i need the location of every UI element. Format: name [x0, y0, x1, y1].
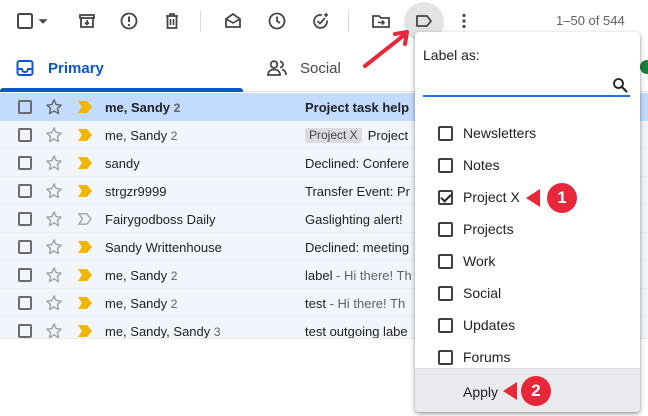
annotation-badge-1: 1 [547, 183, 577, 213]
star-icon[interactable] [45, 154, 63, 172]
email-sender: me, Sandy 2 [105, 100, 181, 115]
email-sender: me, Sandy, Sandy 3 [105, 324, 221, 339]
label-search-input[interactable] [423, 75, 603, 95]
label-checkbox[interactable] [438, 126, 453, 141]
row-checkbox[interactable] [18, 296, 32, 310]
label-checkbox[interactable] [438, 350, 453, 365]
row-checkbox[interactable] [18, 100, 32, 114]
star-icon[interactable] [45, 322, 63, 339]
label-chip[interactable]: Project X [305, 128, 362, 143]
label-checkbox[interactable] [438, 222, 453, 237]
star-icon[interactable] [45, 210, 63, 228]
select-dropdown-caret-icon[interactable] [34, 8, 52, 34]
inbox-icon [14, 57, 36, 79]
label-checkbox[interactable] [438, 286, 453, 301]
label-checkbox[interactable] [438, 254, 453, 269]
star-icon[interactable] [45, 294, 63, 312]
important-marker-icon[interactable] [78, 157, 92, 169]
toolbar-separator [200, 10, 201, 32]
email-sender: sandy [105, 156, 140, 171]
active-tab-indicator [0, 88, 243, 92]
annotation-badge-tail [526, 189, 540, 207]
email-sender: strgzr9999 [105, 184, 167, 199]
search-icon[interactable] [612, 77, 628, 93]
snooze-icon[interactable] [264, 8, 290, 34]
star-icon[interactable] [45, 126, 63, 144]
email-sender: me, Sandy 2 [105, 128, 178, 143]
label-option-forums[interactable]: Forums [415, 342, 640, 368]
apply-button-label: Apply [463, 384, 499, 400]
people-icon [266, 57, 288, 79]
label-menu-title: Label as: [423, 47, 480, 63]
label-option-newsletters[interactable]: Newsletters [415, 118, 640, 150]
row-checkbox[interactable] [18, 184, 32, 198]
tab-primary[interactable]: Primary [14, 44, 104, 92]
important-marker-icon[interactable] [78, 241, 92, 253]
annotation-badge-2: 2 [521, 376, 551, 406]
annotation-badge-tail [503, 382, 517, 400]
label-checkbox[interactable] [438, 318, 453, 333]
star-icon[interactable] [45, 182, 63, 200]
not-important-marker-icon[interactable] [78, 213, 92, 225]
row-checkbox[interactable] [18, 156, 32, 170]
tab-primary-label: Primary [48, 59, 104, 77]
important-marker-icon[interactable] [78, 185, 92, 197]
row-checkbox[interactable] [18, 268, 32, 282]
label-option-social[interactable]: Social [415, 278, 640, 310]
row-checkbox[interactable] [18, 128, 32, 142]
important-marker-icon[interactable] [78, 101, 92, 113]
email-sender: me, Sandy 2 [105, 268, 178, 283]
add-task-icon[interactable] [308, 8, 334, 34]
report-spam-icon[interactable] [116, 8, 142, 34]
email-sender: me, Sandy 2 [105, 296, 178, 311]
star-icon[interactable] [45, 266, 63, 284]
email-sender: Fairygodboss Daily [105, 212, 216, 227]
row-checkbox[interactable] [18, 212, 32, 226]
archive-icon[interactable] [74, 8, 100, 34]
row-checkbox[interactable] [18, 240, 32, 254]
label-as-menu: Label as: Newsletters Notes Project X Pr… [415, 32, 640, 412]
tab-social[interactable]: Social [266, 44, 341, 92]
star-icon[interactable] [45, 238, 63, 256]
label-option-work[interactable]: Work [415, 246, 640, 278]
label-option-updates[interactable]: Updates [415, 310, 640, 342]
label-checkbox-checked[interactable] [438, 190, 453, 205]
important-marker-icon[interactable] [78, 325, 92, 337]
tab-badge-dot [640, 60, 648, 74]
row-checkbox[interactable] [18, 324, 32, 338]
star-icon[interactable] [45, 98, 63, 116]
tab-social-label: Social [300, 59, 341, 77]
important-marker-icon[interactable] [78, 269, 92, 281]
label-checkbox[interactable] [438, 158, 453, 173]
label-option-projects[interactable]: Projects [415, 214, 640, 246]
delete-icon[interactable] [159, 8, 185, 34]
label-search-box [423, 75, 630, 97]
mark-unread-icon[interactable] [220, 8, 246, 34]
label-option-notes[interactable]: Notes [415, 150, 640, 182]
page-range: 1–50 of 544 [556, 13, 625, 28]
important-marker-icon[interactable] [78, 129, 92, 141]
toolbar-separator [348, 10, 349, 32]
email-sender: Sandy Writtenhouse [105, 240, 222, 255]
more-options-icon[interactable] [451, 8, 477, 34]
important-marker-icon[interactable] [78, 297, 92, 309]
